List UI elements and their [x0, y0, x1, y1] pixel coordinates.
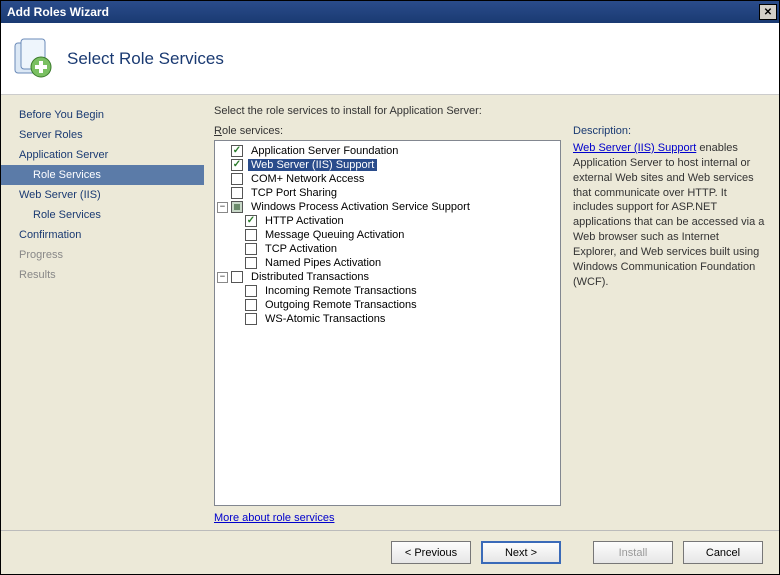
twisty-spacer — [231, 314, 242, 325]
description-body: Web Server (IIS) Support enables Applica… — [573, 141, 765, 289]
tree-node[interactable]: COM+ Network Access — [217, 172, 558, 186]
titlebar: Add Roles Wizard ✕ — [1, 1, 779, 23]
sidebar-item[interactable]: Confirmation — [1, 225, 204, 245]
install-button[interactable]: Install — [593, 541, 673, 564]
twisty-spacer — [231, 230, 242, 241]
tree-node[interactable]: TCP Port Sharing — [217, 186, 558, 200]
sidebar-item[interactable]: Web Server (IIS) — [1, 185, 204, 205]
tree-node[interactable]: − Distributed Transactions — [217, 270, 558, 284]
cancel-button[interactable]: Cancel — [683, 541, 763, 564]
tree-node-label[interactable]: Windows Process Activation Service Suppo… — [248, 201, 473, 213]
tree-node-label[interactable]: Web Server (IIS) Support — [248, 159, 377, 171]
tree-node[interactable]: Named Pipes Activation — [217, 256, 558, 270]
tree-node[interactable]: Outgoing Remote Transactions — [217, 298, 558, 312]
tree-node[interactable]: WS-Atomic Transactions — [217, 312, 558, 326]
tree-node-label[interactable]: TCP Activation — [262, 243, 340, 255]
roles-wizard-icon — [11, 37, 55, 81]
checkbox[interactable] — [245, 229, 257, 241]
sidebar-item: Progress — [1, 245, 204, 265]
role-services-label: Role services: — [214, 125, 561, 137]
tree-node-label[interactable]: TCP Port Sharing — [248, 187, 340, 199]
sidebar-item[interactable]: Role Services — [1, 165, 204, 185]
checkbox[interactable] — [245, 285, 257, 297]
sidebar: Before You BeginServer RolesApplication … — [1, 95, 204, 530]
checkbox[interactable] — [231, 271, 243, 283]
wizard-window: Add Roles Wizard ✕ Select Role Services … — [0, 0, 780, 575]
description-text: enables Application Server to host inter… — [573, 142, 764, 288]
twisty-spacer — [217, 160, 228, 171]
twisty-spacer — [217, 188, 228, 199]
twisty-spacer — [217, 146, 228, 157]
checkbox[interactable] — [231, 159, 243, 171]
checkbox[interactable] — [245, 313, 257, 325]
close-button[interactable]: ✕ — [759, 4, 777, 20]
previous-button[interactable]: < Previous — [391, 541, 471, 564]
header: Select Role Services — [1, 23, 779, 95]
tree-node-label[interactable]: Named Pipes Activation — [262, 257, 384, 269]
checkbox[interactable] — [231, 201, 243, 213]
tree-node[interactable]: TCP Activation — [217, 242, 558, 256]
sidebar-item[interactable]: Application Server — [1, 145, 204, 165]
description-heading: Description: — [573, 125, 765, 137]
tree-node-label[interactable]: Incoming Remote Transactions — [262, 285, 420, 297]
twisty-spacer — [231, 258, 242, 269]
sidebar-item: Results — [1, 265, 204, 285]
tree-node[interactable]: Application Server Foundation — [217, 144, 558, 158]
sidebar-item[interactable]: Role Services — [1, 205, 204, 225]
tree-node-label[interactable]: COM+ Network Access — [248, 173, 367, 185]
tree-node-label[interactable]: HTTP Activation — [262, 215, 347, 227]
main-panel: Select the role services to install for … — [204, 95, 779, 530]
collapse-icon[interactable]: − — [217, 272, 228, 283]
tree-node[interactable]: Message Queuing Activation — [217, 228, 558, 242]
tree-node-label[interactable]: Distributed Transactions — [248, 271, 372, 283]
checkbox[interactable] — [245, 243, 257, 255]
tree-node[interactable]: Incoming Remote Transactions — [217, 284, 558, 298]
checkbox[interactable] — [245, 257, 257, 269]
collapse-icon[interactable]: − — [217, 202, 228, 213]
more-about-link[interactable]: More about role services — [214, 512, 561, 524]
description-link[interactable]: Web Server (IIS) Support — [573, 142, 696, 154]
twisty-spacer — [231, 244, 242, 255]
tree-node[interactable]: HTTP Activation — [217, 214, 558, 228]
instruction-text: Select the role services to install for … — [214, 105, 765, 117]
checkbox[interactable] — [231, 187, 243, 199]
tree-node[interactable]: − Windows Process Activation Service Supp… — [217, 200, 558, 214]
checkbox[interactable] — [245, 299, 257, 311]
window-title: Add Roles Wizard — [7, 5, 759, 19]
twisty-spacer — [231, 286, 242, 297]
footer: < Previous Next > Install Cancel — [1, 530, 779, 574]
checkbox[interactable] — [245, 215, 257, 227]
sidebar-item[interactable]: Before You Begin — [1, 105, 204, 125]
checkbox[interactable] — [231, 173, 243, 185]
twisty-spacer — [231, 216, 242, 227]
tree-node-label[interactable]: Message Queuing Activation — [262, 229, 407, 241]
twisty-spacer — [231, 300, 242, 311]
checkbox[interactable] — [231, 145, 243, 157]
role-services-tree[interactable]: Application Server Foundation Web Server … — [214, 140, 561, 506]
twisty-spacer — [217, 174, 228, 185]
next-button[interactable]: Next > — [481, 541, 561, 564]
tree-node-label[interactable]: Application Server Foundation — [248, 145, 401, 157]
tree-node-label[interactable]: Outgoing Remote Transactions — [262, 299, 420, 311]
page-heading: Select Role Services — [67, 49, 224, 69]
tree-node-label[interactable]: WS-Atomic Transactions — [262, 313, 388, 325]
tree-node[interactable]: Web Server (IIS) Support — [217, 158, 558, 172]
body: Before You BeginServer RolesApplication … — [1, 95, 779, 530]
sidebar-item[interactable]: Server Roles — [1, 125, 204, 145]
